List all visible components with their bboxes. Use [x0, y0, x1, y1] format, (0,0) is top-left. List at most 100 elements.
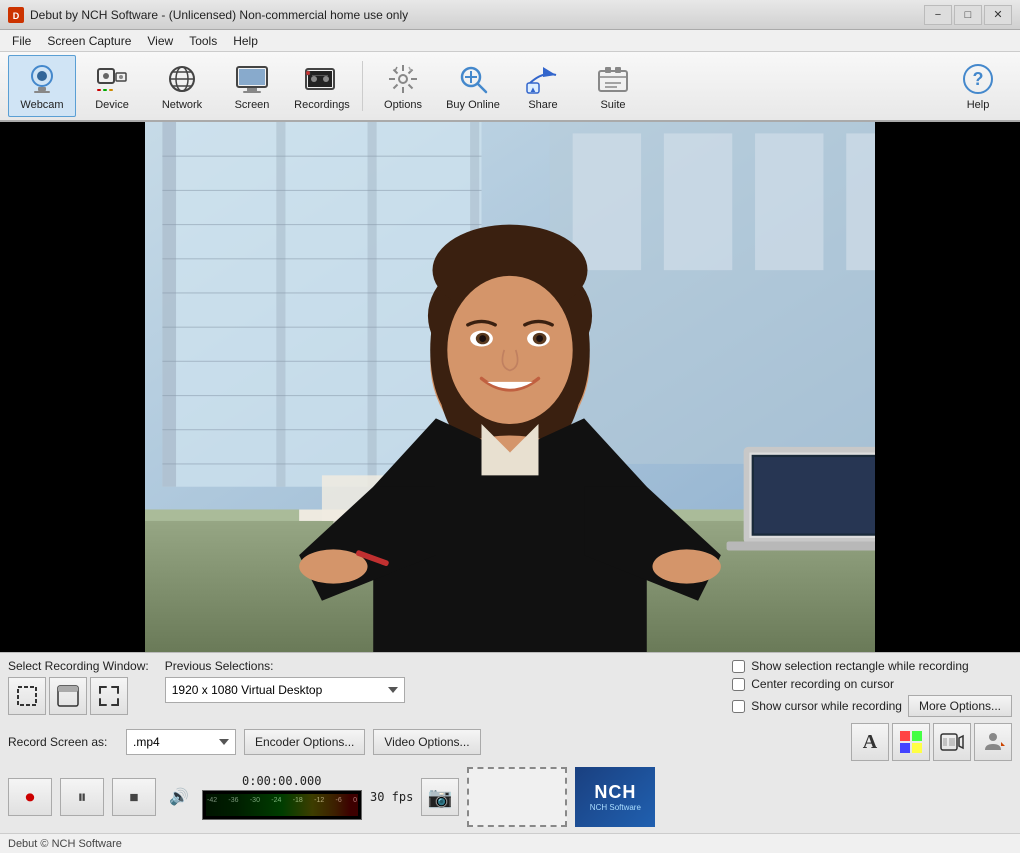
text-tool-icon: A: [863, 731, 877, 754]
buy-online-label: Buy Online: [446, 99, 500, 111]
screen-icon: [234, 61, 270, 97]
suite-label: Suite: [600, 99, 625, 111]
show-selection-label: Show selection rectangle while recording: [751, 659, 968, 673]
center-cursor-checkbox[interactable]: [732, 678, 745, 691]
video-area: [0, 122, 1020, 652]
share-label: Share: [528, 99, 557, 111]
select-fullscreen-button[interactable]: [90, 677, 128, 715]
title-bar-buttons: − □ ✕: [924, 5, 1012, 25]
minimize-button[interactable]: −: [924, 5, 952, 25]
volume-button[interactable]: 🔊: [164, 782, 194, 812]
video-content: [145, 122, 875, 652]
webcam-label: Webcam: [20, 99, 63, 111]
show-cursor-label: Show cursor while recording: [751, 699, 902, 713]
person-tool-button[interactable]: [974, 723, 1012, 761]
black-side-right: [875, 122, 1020, 652]
help-label: Help: [967, 99, 990, 111]
fps-display: 30 fps: [370, 790, 413, 804]
recording-window-label: Select Recording Window:: [8, 659, 149, 673]
video-frame: [145, 122, 875, 652]
record-icon: ⏺: [26, 787, 35, 808]
center-cursor-label: Center recording on cursor: [751, 677, 894, 691]
video-options-button[interactable]: Video Options...: [373, 729, 480, 755]
nch-logo-text: NCH: [594, 782, 636, 803]
toolbar-separator-1: [362, 61, 363, 111]
snapshot-button[interactable]: 📷: [421, 778, 459, 816]
select-window-button[interactable]: [49, 677, 87, 715]
window-title: Debut by NCH Software - (Unlicensed) Non…: [30, 8, 408, 22]
nch-logo-subtext: NCH Software: [590, 803, 641, 812]
app-icon: D: [8, 7, 24, 23]
title-bar-left: D Debut by NCH Software - (Unlicensed) N…: [8, 7, 408, 23]
stop-icon: ⏹: [130, 787, 139, 808]
title-bar: D Debut by NCH Software - (Unlicensed) N…: [0, 0, 1020, 30]
toolbar-btn-share[interactable]: ▲ Share: [509, 55, 577, 117]
previous-selections-dropdown[interactable]: 1920 x 1080 Virtual Desktop Full Screen …: [165, 677, 405, 703]
camera-icon: 📷: [428, 785, 453, 810]
device-icon: [94, 61, 130, 97]
volume-icon: 🔊: [169, 787, 189, 807]
svg-text:▲: ▲: [529, 85, 537, 94]
recordings-label: Recordings: [294, 99, 350, 111]
maximize-button[interactable]: □: [954, 5, 982, 25]
time-display: 0:00:00.000: [242, 774, 322, 788]
more-options-button[interactable]: More Options...: [908, 695, 1012, 717]
record-screen-label: Record Screen as:: [8, 735, 118, 749]
status-text: Debut © NCH Software: [8, 838, 122, 850]
format-dropdown[interactable]: .mp4 .avi .wmv .flv .mkv: [126, 729, 236, 755]
close-button[interactable]: ✕: [984, 5, 1012, 25]
pause-button[interactable]: ⏸: [60, 778, 104, 816]
show-cursor-checkbox[interactable]: [732, 700, 745, 713]
recordings-icon: [304, 61, 340, 97]
svg-text:?: ?: [973, 69, 984, 89]
menu-help[interactable]: Help: [225, 32, 266, 50]
center-cursor-row: Center recording on cursor: [732, 677, 1012, 691]
recording-window-row: Select Recording Window:: [8, 659, 1012, 717]
toolbar-btn-recordings[interactable]: Recordings: [288, 55, 356, 117]
toolbar-btn-help[interactable]: ? Help: [944, 55, 1012, 117]
toolbar-btn-network[interactable]: Network: [148, 55, 216, 117]
stop-button[interactable]: ⏹: [112, 778, 156, 816]
buy-online-icon: [455, 61, 491, 97]
toolbar-btn-suite[interactable]: Suite: [579, 55, 647, 117]
select-rectangle-button[interactable]: [8, 677, 46, 715]
help-icon: ?: [960, 61, 996, 97]
show-selection-checkbox[interactable]: [732, 660, 745, 673]
show-cursor-row: Show cursor while recording More Options…: [732, 695, 1012, 717]
menu-screen-capture[interactable]: Screen Capture: [39, 32, 139, 50]
color-tool-icon: [899, 730, 923, 754]
encoder-options-button[interactable]: Encoder Options...: [244, 729, 365, 755]
menu-view[interactable]: View: [139, 32, 181, 50]
menu-bar: File Screen Capture View Tools Help: [0, 30, 1020, 52]
preview-box: [467, 767, 567, 827]
window-buttons: [8, 677, 149, 715]
color-tool-button[interactable]: [892, 723, 930, 761]
recording-window-section: Select Recording Window:: [8, 659, 149, 715]
video-tool-button[interactable]: [933, 723, 971, 761]
controls-area: Select Recording Window:: [0, 652, 1020, 833]
black-side-left: [0, 122, 145, 652]
toolbar-btn-options[interactable]: Options: [369, 55, 437, 117]
options-icon: [385, 61, 421, 97]
menu-tools[interactable]: Tools: [181, 32, 225, 50]
toolbar-btn-device[interactable]: Device: [78, 55, 146, 117]
status-bar: Debut © NCH Software: [0, 833, 1020, 853]
toolbar-btn-screen[interactable]: Screen: [218, 55, 286, 117]
webcam-icon: [24, 61, 60, 97]
person-tool-icon: [981, 730, 1005, 754]
network-icon: [164, 61, 200, 97]
record-button[interactable]: ⏺: [8, 778, 52, 816]
checkboxes-section: Show selection rectangle while recording…: [732, 659, 1012, 717]
toolbar-btn-buy-online[interactable]: Buy Online: [439, 55, 507, 117]
network-label: Network: [162, 99, 202, 111]
toolbar-btn-webcam[interactable]: Webcam: [8, 55, 76, 117]
pause-icon: ⏸: [78, 787, 87, 808]
previous-selections-section: Previous Selections: 1920 x 1080 Virtual…: [165, 659, 405, 703]
nch-logo: NCH NCH Software: [575, 767, 655, 827]
meter-bg: [206, 794, 358, 816]
device-label: Device: [95, 99, 129, 111]
menu-file[interactable]: File: [4, 32, 39, 50]
text-tool-button[interactable]: A: [851, 723, 889, 761]
record-screen-row: Record Screen as: .mp4 .avi .wmv .flv .m…: [8, 723, 1012, 761]
playback-row: ⏺ ⏸ ⏹ 🔊 0:00:00.000 -42-36-30-24-18-12-6…: [8, 767, 1012, 827]
